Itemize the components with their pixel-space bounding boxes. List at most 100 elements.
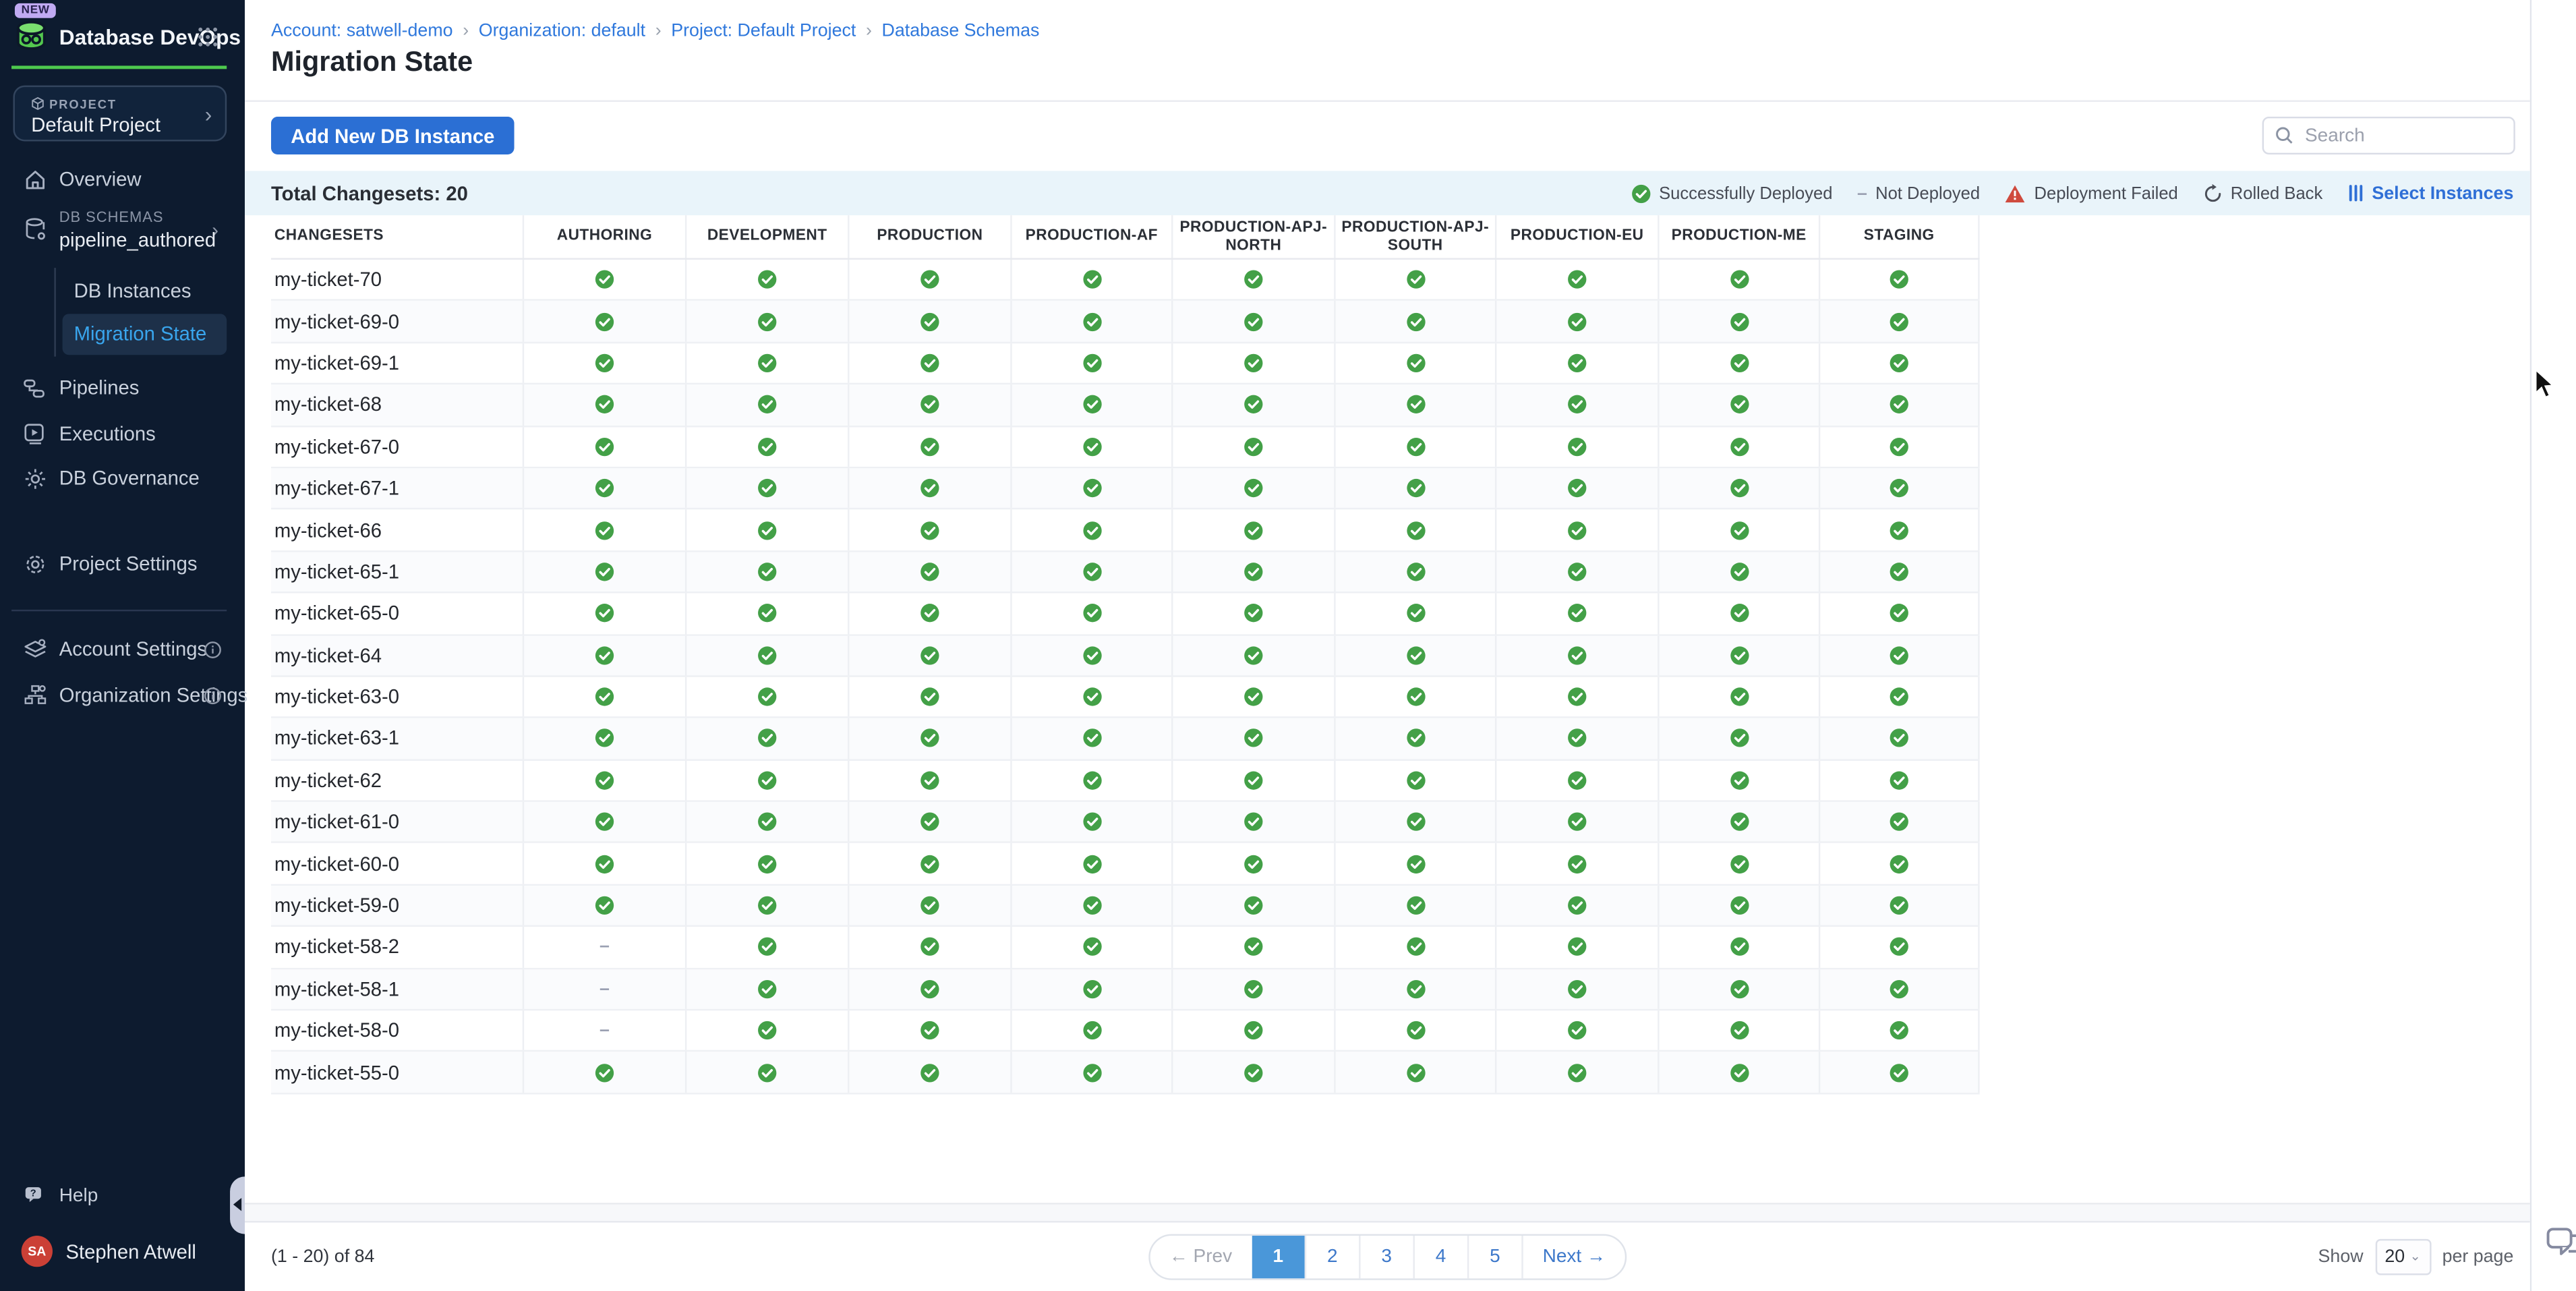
success-icon [595, 854, 614, 873]
table-row[interactable]: my-ticket-58-1– [271, 969, 1980, 1010]
success-icon [1082, 478, 1101, 498]
info-icon[interactable] [204, 640, 222, 658]
sidebar-item-project-settings[interactable]: Project Settings [0, 544, 245, 583]
page-button-4[interactable]: 4 [1413, 1235, 1467, 1278]
table-row[interactable]: my-ticket-68 [271, 384, 1980, 426]
status-cell [1171, 1010, 1334, 1050]
select-instances-button[interactable]: Select Instances [2347, 183, 2514, 203]
table-row[interactable]: my-ticket-65-1 [271, 552, 1980, 594]
breadcrumb-item[interactable]: Organization: default [479, 22, 645, 41]
status-cell [685, 1010, 848, 1050]
success-icon [1082, 312, 1101, 331]
success-icon [1729, 979, 1749, 999]
status-cell [1334, 844, 1495, 884]
mouse-cursor [2534, 368, 2556, 401]
support-chat-widget-icon[interactable] [2545, 1223, 2576, 1265]
search-input[interactable] [2302, 124, 2561, 147]
table-row[interactable]: my-ticket-61-0 [271, 802, 1980, 844]
status-cell [1658, 343, 1819, 383]
success-icon [757, 1021, 777, 1040]
status-cell [523, 384, 685, 424]
success-icon [1729, 520, 1749, 540]
success-icon [1243, 770, 1263, 790]
table-row[interactable]: my-ticket-70 [271, 260, 1980, 302]
success-icon [595, 646, 614, 665]
sidebar-collapse-handle[interactable] [230, 1176, 245, 1234]
table-row[interactable]: my-ticket-59-0 [271, 886, 1980, 927]
changeset-name: my-ticket-66 [271, 510, 523, 550]
project-selector[interactable]: PROJECT Default Project › [13, 86, 227, 142]
table-row[interactable]: my-ticket-69-1 [271, 343, 1980, 385]
breadcrumb-item[interactable]: Account: satwell-demo [271, 22, 453, 41]
status-cell [1819, 760, 1980, 800]
main-panel: Account: satwell-demo › Organization: defa… [245, 0, 2531, 1291]
table-row[interactable]: my-ticket-69-0 [271, 302, 1980, 343]
user-menu[interactable]: SA Stephen Atwell [0, 1236, 245, 1272]
brand-divider [11, 65, 227, 68]
table-row[interactable]: my-ticket-60-0 [271, 844, 1980, 886]
table-row[interactable]: my-ticket-58-2– [271, 927, 1980, 969]
next-page-button[interactable]: Next → [1521, 1235, 1625, 1278]
page-button-2[interactable]: 2 [1304, 1235, 1358, 1278]
success-icon [757, 646, 777, 665]
table-row[interactable]: my-ticket-66 [271, 510, 1980, 552]
status-cell [1171, 594, 1334, 633]
search-box[interactable] [2262, 117, 2515, 154]
status-cell [685, 510, 848, 550]
add-new-db-instance-button[interactable]: Add New DB Instance [271, 117, 515, 154]
breadcrumb-item[interactable]: Project: Default Project [671, 22, 856, 41]
sidebar-item-db-governance[interactable]: DB Governance [0, 459, 245, 498]
status-cell [523, 426, 685, 466]
table-row[interactable]: my-ticket-64 [271, 635, 1980, 677]
success-icon [595, 812, 614, 832]
success-icon [595, 312, 614, 331]
column-header-production-af: PRODUCTION-AF [1010, 216, 1171, 258]
status-cell [1334, 510, 1495, 550]
sidebar-item-help[interactable]: ? Help [0, 1176, 245, 1215]
success-icon [1405, 353, 1425, 373]
table-row[interactable]: my-ticket-63-0 [271, 677, 1980, 718]
success-icon [757, 395, 777, 415]
breadcrumb-separator: › [866, 22, 872, 41]
success-icon [1082, 938, 1101, 957]
sidebar-item-account-settings[interactable]: Account Settings [0, 629, 245, 668]
prev-page-button[interactable]: ← Prev [1150, 1235, 1252, 1278]
info-icon[interactable] [204, 686, 222, 704]
sidebar-item-db-instances[interactable]: DB Instances [74, 279, 192, 302]
success-icon [1567, 1062, 1587, 1082]
status-cell [1171, 343, 1334, 383]
status-cell [1658, 260, 1819, 299]
success-icon [1567, 687, 1587, 707]
status-cell [1819, 1010, 1980, 1050]
status-cell [1171, 802, 1334, 842]
table-row[interactable]: my-ticket-67-1 [271, 468, 1980, 510]
sidebar-item-overview[interactable]: Overview [0, 159, 245, 198]
status-cell [1495, 594, 1658, 633]
sidebar-item-executions[interactable]: Executions [0, 414, 245, 453]
success-icon [757, 687, 777, 707]
app-grid-icon[interactable] [197, 26, 218, 48]
success-icon [1243, 478, 1263, 498]
page-button-3[interactable]: 3 [1359, 1235, 1413, 1278]
status-cell [1334, 552, 1495, 592]
success-icon [1890, 270, 1909, 289]
table-row[interactable]: my-ticket-65-0 [271, 594, 1980, 635]
table-row[interactable]: my-ticket-58-0– [271, 1010, 1980, 1052]
table-row[interactable]: my-ticket-62 [271, 760, 1980, 802]
table-row[interactable]: my-ticket-67-0 [271, 426, 1980, 468]
page-button-1[interactable]: 1 [1252, 1235, 1304, 1278]
sidebar-item-organization-settings[interactable]: Organization Settings [0, 675, 245, 714]
table-row[interactable]: my-ticket-55-0 [271, 1052, 1980, 1094]
page-button-5[interactable]: 5 [1467, 1235, 1521, 1278]
sidebar-item-migration-state[interactable]: Migration State [63, 314, 227, 354]
page-size-select[interactable]: 20 ⌄ [2375, 1238, 2431, 1275]
success-icon [1890, 896, 1909, 915]
sidebar-item-pipelines[interactable]: Pipelines [0, 368, 245, 407]
success-icon [920, 604, 939, 623]
table-row[interactable]: my-ticket-63-1 [271, 718, 1980, 760]
status-cell [1171, 927, 1334, 967]
changeset-name: my-ticket-62 [271, 760, 523, 800]
status-cell [1495, 1010, 1658, 1050]
success-icon [1243, 938, 1263, 957]
breadcrumb-item[interactable]: Database Schemas [882, 22, 1040, 41]
